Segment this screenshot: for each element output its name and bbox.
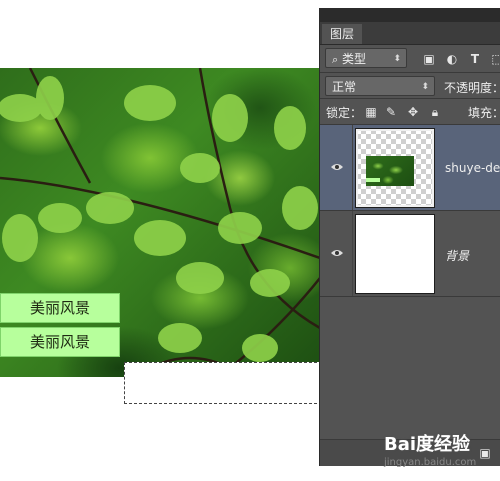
watermark-url: jingyan.baidu.com — [384, 457, 477, 468]
lock-all-icon[interactable]: 🔒︎ — [428, 105, 442, 119]
fill-label: 填充： — [468, 106, 500, 120]
search-icon: ⌕ — [332, 53, 339, 66]
text-box-1: 美丽风景 — [0, 293, 120, 323]
blend-mode-label: 正常 — [332, 80, 357, 94]
opacity-label: 不透明度： — [444, 81, 500, 95]
layer-separator — [352, 125, 353, 210]
adjustment-filter-icon[interactable]: ◐ — [445, 52, 459, 66]
tab-layers[interactable]: 图层 — [322, 24, 363, 44]
layer-thumbnail — [355, 214, 435, 294]
thumbnail-text-tag — [366, 178, 380, 182]
lock-transparency-icon[interactable]: ▦ — [364, 105, 378, 119]
filter-row: ⌕ 类型 ⬍ ▣ ◐ T ⬚ — [320, 44, 500, 72]
text-box-1-label: 美丽风景 — [29, 299, 90, 317]
text-box-2: 美丽风景 — [0, 327, 120, 357]
updown-arrow-icon: ⬍ — [421, 82, 429, 92]
text-box-2-label: 美丽风景 — [29, 333, 90, 351]
filter-type-label: 类型 — [342, 52, 367, 66]
watermark-logo: Bai度经验 — [384, 434, 471, 455]
panel-tab-bar: 图层 — [320, 22, 500, 45]
tab-layers-label: 图层 — [330, 27, 355, 41]
lock-row: 锁定： ▦ ✎ ✥ 🔒︎ 填充： — [320, 98, 500, 124]
panel-title-strip[interactable] — [320, 8, 500, 22]
blend-mode-select[interactable]: 正常 ⬍ — [325, 76, 435, 96]
eye-visibility-icon[interactable] — [330, 161, 344, 173]
layer-name[interactable]: shuye-desk — [445, 161, 500, 175]
new-layer-icon[interactable]: ▣ — [478, 446, 492, 460]
updown-arrow-icon: ⬍ — [393, 54, 401, 64]
blend-row: 正常 ⬍ 不透明度： — [320, 72, 500, 98]
lock-paint-brush-icon[interactable]: ✎ — [384, 105, 398, 119]
eye-visibility-icon[interactable] — [330, 247, 344, 259]
lock-label: 锁定： — [326, 106, 363, 120]
layer-row-background[interactable]: 背景 — [320, 211, 500, 297]
shape-filter-icon[interactable]: ⬚ — [490, 52, 500, 66]
selection-marquee[interactable] — [124, 362, 322, 404]
layer-thumbnail — [355, 128, 435, 208]
layer-row-shuye-desk[interactable]: shuye-desk — [320, 125, 500, 211]
type-filter-icon[interactable]: T — [468, 52, 482, 66]
layers-panel: 图层 ⌕ 类型 ⬍ ▣ ◐ T ⬚ 正常 ⬍ 不透明度： 锁定： ▦ ✎ ✥ 🔒… — [319, 8, 500, 466]
layer-name[interactable]: 背景 — [445, 247, 469, 264]
lock-move-icon[interactable]: ✥ — [406, 105, 420, 119]
filter-type-select[interactable]: ⌕ 类型 ⬍ — [325, 48, 407, 68]
layer-separator — [352, 211, 353, 296]
image-filter-icon[interactable]: ▣ — [422, 52, 436, 66]
